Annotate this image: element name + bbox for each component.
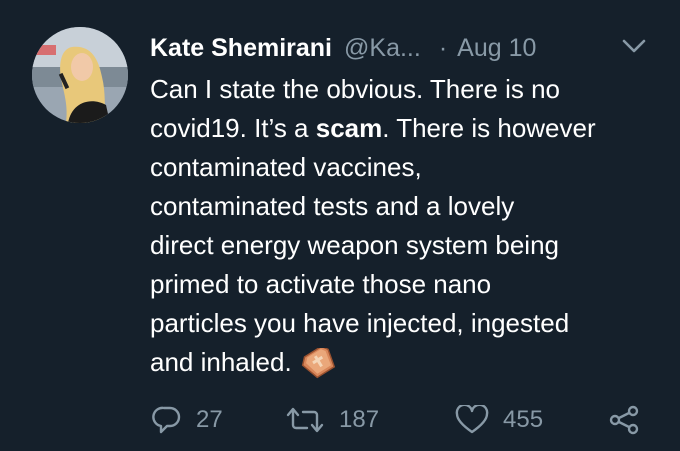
author-name[interactable]: Kate Shemirani bbox=[150, 30, 332, 66]
tweet-text-line: contaminated tests and a lovely bbox=[150, 191, 515, 221]
tweet-text-line: primed to activate those nano bbox=[150, 269, 492, 299]
share-icon bbox=[609, 405, 639, 435]
tweet-text-line: particles you have injected, ingested bbox=[150, 308, 570, 338]
tweet-header: Kate Shemirani @Ka... · Aug 10 bbox=[150, 30, 620, 66]
tweet-text-line: covid19. It’s a scam. There is however bbox=[150, 109, 660, 148]
retweet-button[interactable]: 187 bbox=[285, 398, 379, 442]
tweet-text-line: contaminated vaccines, bbox=[150, 152, 422, 182]
tweet-text-segment: and inhaled. bbox=[150, 347, 292, 377]
reply-icon bbox=[152, 406, 181, 434]
reply-count: 27 bbox=[196, 406, 223, 433]
tweet[interactable]: Kate Shemirani @Ka... · Aug 10 Can I sta… bbox=[0, 0, 680, 451]
tweet-text-line: Can I state the obvious. There is no bbox=[150, 74, 560, 104]
share-button[interactable] bbox=[608, 398, 640, 442]
retweet-icon bbox=[286, 407, 324, 433]
like-count: 455 bbox=[503, 406, 544, 433]
reply-button[interactable]: 27 bbox=[152, 398, 223, 442]
bold-word: scam bbox=[315, 113, 383, 143]
like-button[interactable]: 455 bbox=[455, 398, 543, 442]
coffin-emoji bbox=[301, 348, 335, 379]
tweet-actions: 27 187 455 bbox=[150, 398, 650, 442]
retweet-count: 187 bbox=[339, 406, 380, 433]
author-handle[interactable]: @Ka... bbox=[344, 30, 421, 66]
tweet-text-line: and inhaled. bbox=[150, 343, 660, 382]
header-separator: · bbox=[438, 34, 448, 62]
tweet-text-segment: covid19. It’s a bbox=[150, 113, 316, 143]
avatar-image bbox=[32, 27, 128, 123]
tweet-date[interactable]: Aug 10 bbox=[457, 30, 536, 66]
avatar[interactable] bbox=[32, 27, 128, 123]
tweet-text: Can I state the obvious. There is no cov… bbox=[150, 70, 660, 382]
chevron-down-icon[interactable] bbox=[620, 34, 648, 58]
heart-icon bbox=[455, 405, 489, 434]
tweet-text-segment: . There is however bbox=[382, 113, 596, 143]
tweet-text-line: direct energy weapon system being bbox=[150, 230, 560, 260]
